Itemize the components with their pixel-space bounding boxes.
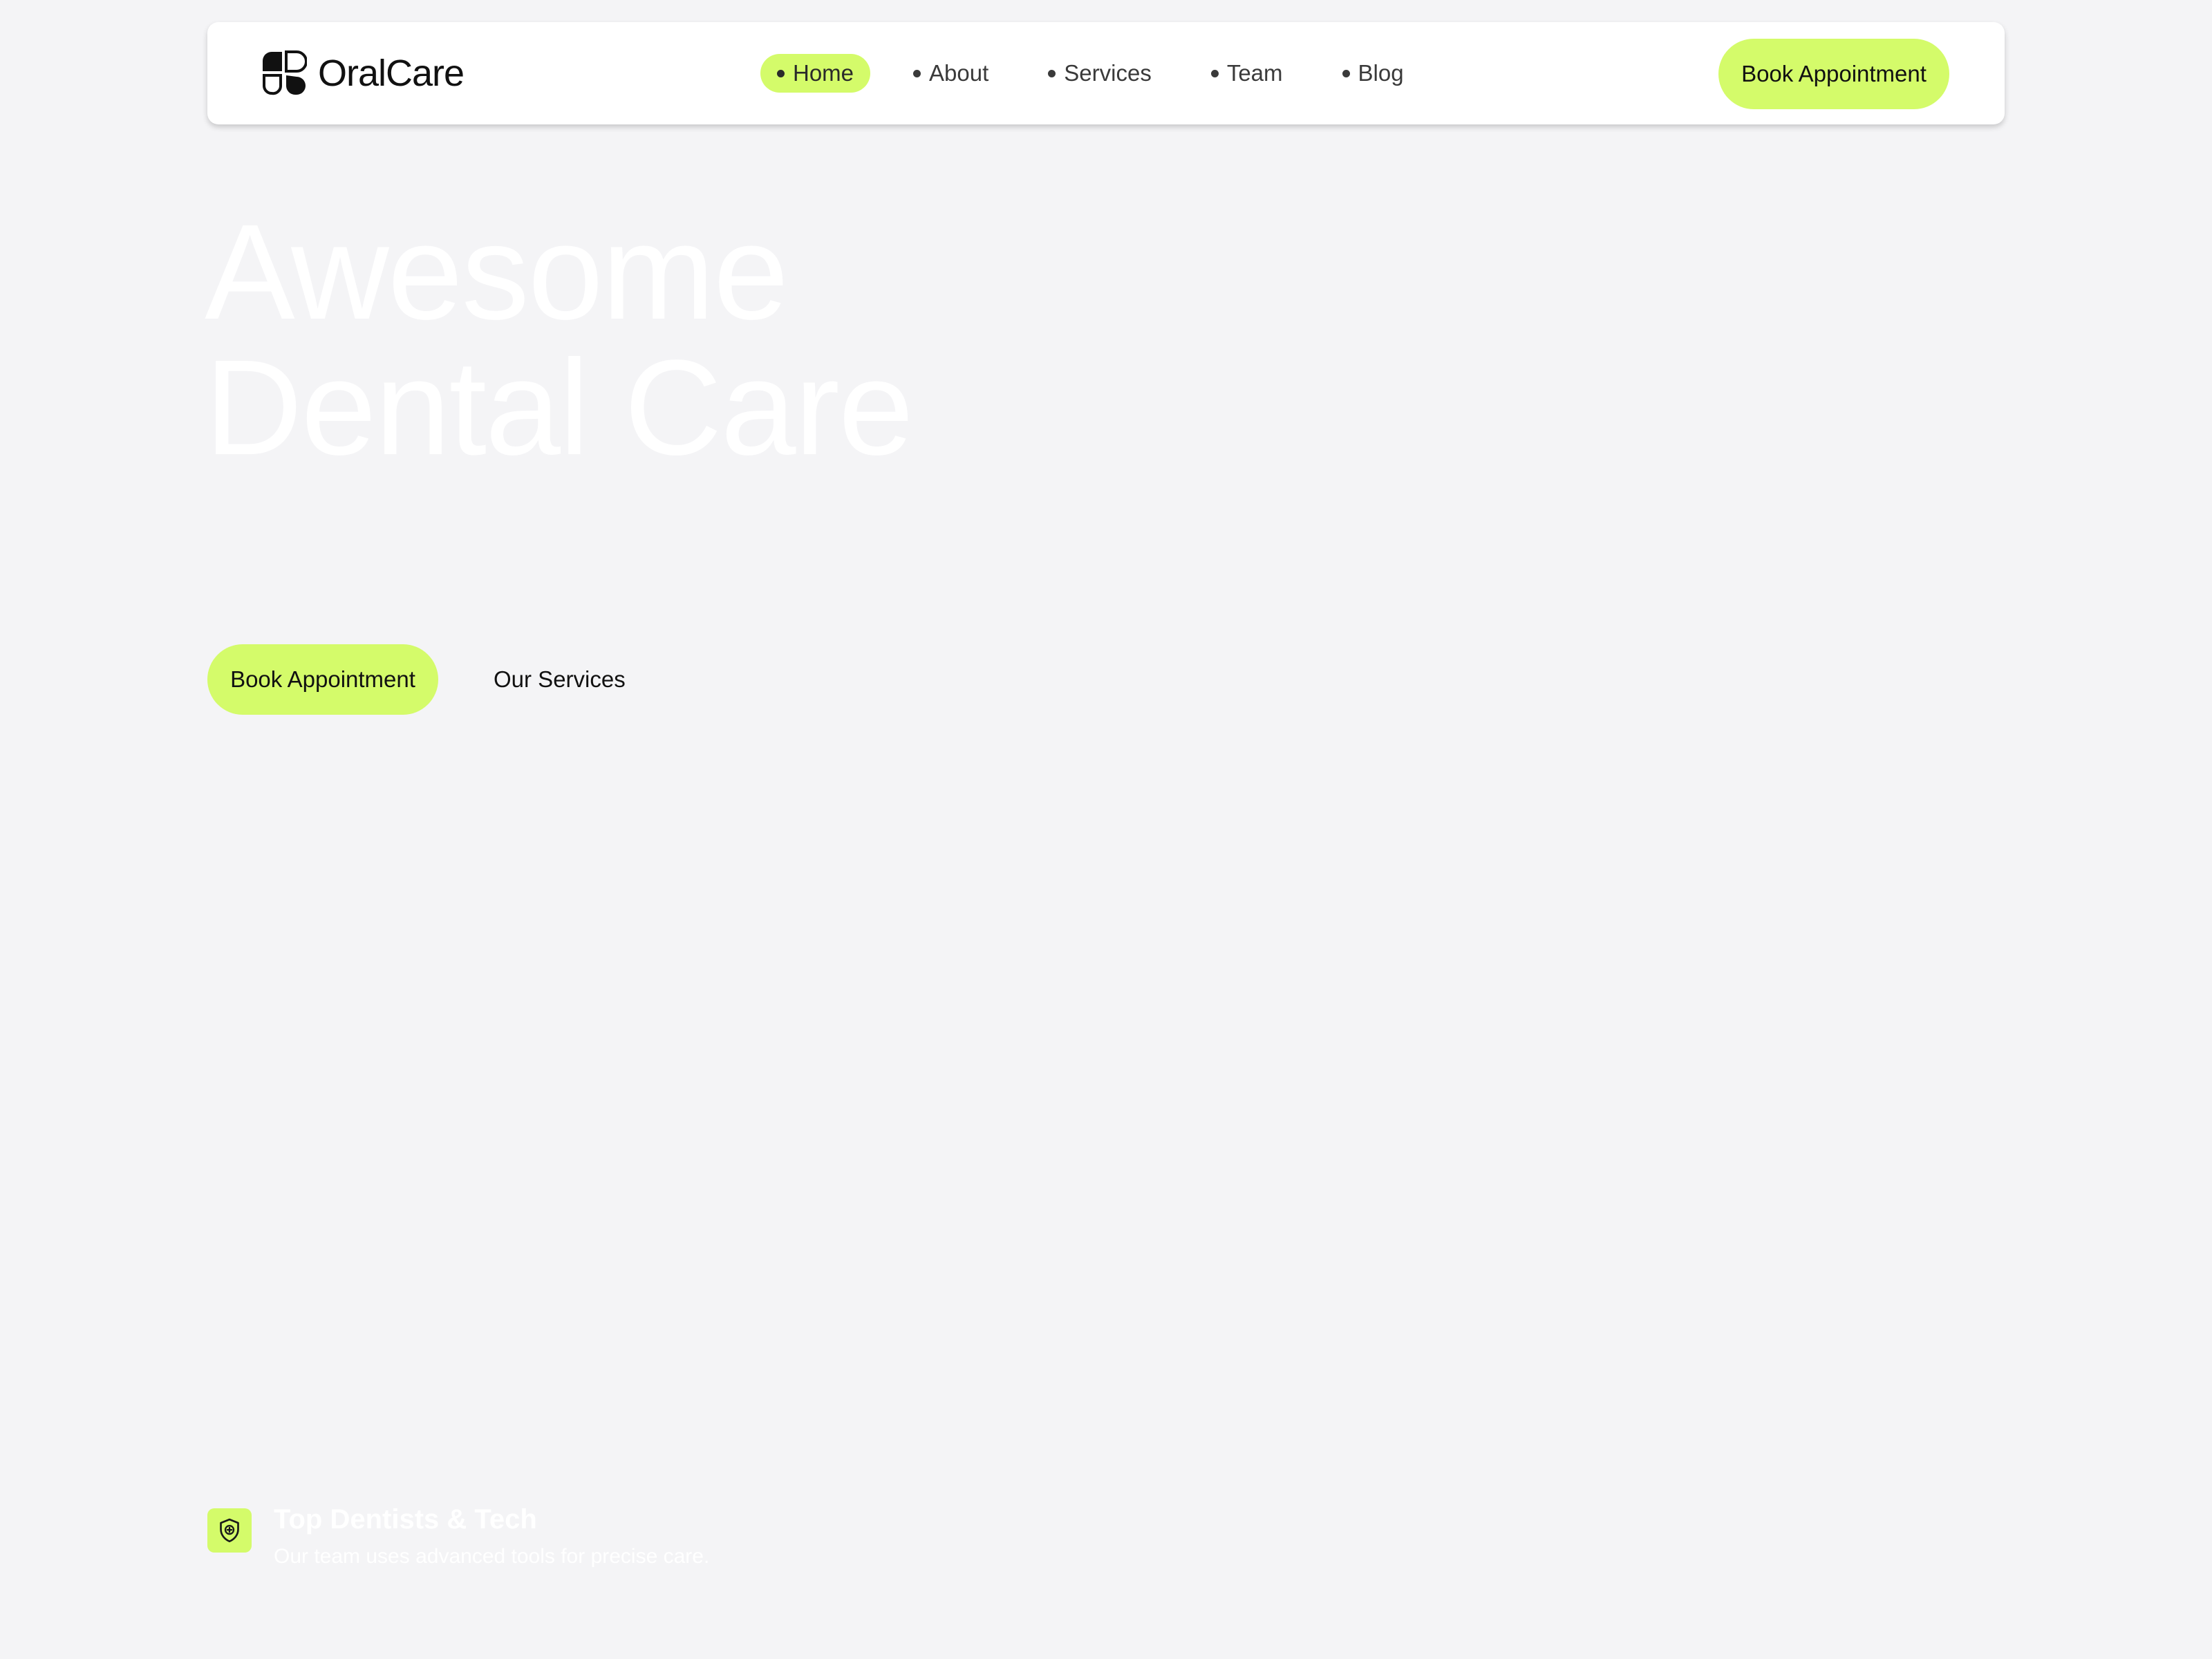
brand[interactable]: OralCare <box>261 50 465 97</box>
bullet-icon <box>1210 69 1219 77</box>
bullet-icon <box>913 69 921 77</box>
main-nav: Home About Services Team Blog <box>760 54 1421 93</box>
hero-book-appointment-button[interactable]: Book Appointment <box>207 644 438 715</box>
feature-description: Our team uses advanced tools for precise… <box>274 1545 710 1568</box>
hero-title-line-2: Dental Care <box>205 332 914 483</box>
feature-icon-badge <box>207 1508 252 1553</box>
brand-logo-icon <box>263 50 307 95</box>
bullet-icon <box>1342 69 1350 77</box>
bullet-icon <box>777 69 785 77</box>
shield-icon <box>220 1518 239 1543</box>
nav-book-appointment-button[interactable]: Book Appointment <box>1718 39 1949 109</box>
bullet-icon <box>1048 69 1056 77</box>
nav-item-about[interactable]: About <box>897 54 1005 93</box>
nav-item-label: Home <box>793 60 854 86</box>
hero-title-line-1: Awesome <box>205 196 789 348</box>
our-services-link[interactable]: Our Services <box>494 666 626 693</box>
nav-item-label: Team <box>1226 60 1283 86</box>
feature-text: Top Dentists & Tech Our team uses advanc… <box>274 1500 709 1572</box>
hero-title: Awesome Dental Care <box>205 196 914 483</box>
nav-item-services[interactable]: Services <box>1031 54 1168 93</box>
nav-item-label: Services <box>1064 60 1152 86</box>
feature-item: Top Dentists & Tech Our team uses advanc… <box>207 1500 709 1572</box>
hero-actions: Book Appointment Our Services <box>207 644 626 715</box>
nav-item-blog[interactable]: Blog <box>1326 54 1421 93</box>
brand-name: OralCare <box>318 53 465 94</box>
nav-item-label: About <box>929 60 989 86</box>
nav-item-team[interactable]: Team <box>1194 54 1300 93</box>
top-navbar: OralCare Home About Services Team Blog B… <box>207 22 2005 124</box>
feature-title: Top Dentists & Tech <box>274 1504 537 1535</box>
nav-item-home[interactable]: Home <box>760 54 871 93</box>
nav-item-label: Blog <box>1358 60 1404 86</box>
